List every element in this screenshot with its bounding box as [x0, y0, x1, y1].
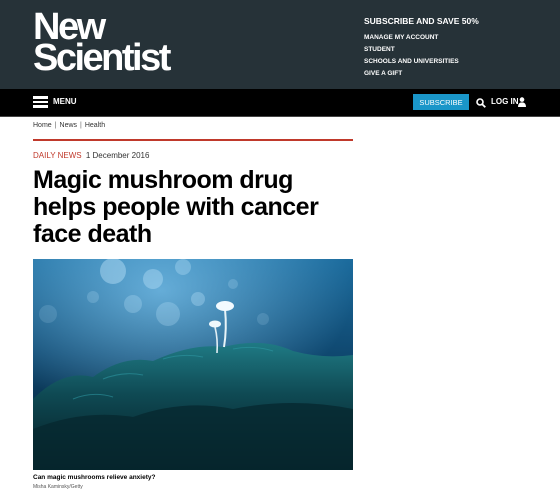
masthead: New Scientist SUBSCRIBE AND SAVE 50% MAN…	[0, 0, 560, 89]
article-headline: Magic mushroom drug helps people with ca…	[33, 166, 319, 248]
search-icon[interactable]	[476, 98, 486, 108]
give-gift-link[interactable]: GIVE A GIFT	[364, 68, 479, 80]
student-link[interactable]: STUDENT	[364, 44, 479, 56]
image-caption: Can magic mushrooms relieve anxiety?	[33, 474, 156, 481]
article-dateline: Daily news 1 December 2016	[33, 151, 149, 160]
schools-link[interactable]: SCHOOLS AND UNIVERSITIES	[364, 56, 479, 68]
breadcrumb-news[interactable]: News	[60, 122, 78, 129]
user-icon[interactable]	[518, 97, 526, 107]
menu-button[interactable]: MENU	[53, 97, 77, 106]
hero-image	[33, 259, 353, 470]
navbar: MENU SUBSCRIBE LOG IN	[0, 89, 560, 117]
new-scientist-logo[interactable]: New Scientist	[33, 8, 171, 79]
breadcrumb-home[interactable]: Home	[33, 122, 52, 129]
logo-line-2: Scientist	[33, 37, 171, 79]
subscribe-and-save-link[interactable]: SUBSCRIBE AND SAVE 50%	[364, 16, 479, 26]
hamburger-icon[interactable]	[33, 96, 48, 108]
mushroom-photo	[33, 259, 353, 470]
section-divider	[33, 139, 353, 141]
manage-account-link[interactable]: MANAGE MY ACCOUNT	[364, 32, 479, 44]
breadcrumb: Home | News | Health	[33, 122, 106, 129]
publish-date: 1 December 2016	[85, 151, 150, 160]
breadcrumb-health[interactable]: Health	[85, 122, 105, 129]
login-link[interactable]: LOG IN	[491, 97, 519, 106]
image-credit: Misha Kaminsky/Getty	[33, 484, 83, 490]
subscribe-button[interactable]: SUBSCRIBE	[413, 94, 469, 110]
account-links: SUBSCRIBE AND SAVE 50% MANAGE MY ACCOUNT…	[364, 16, 479, 80]
section-label[interactable]: Daily news	[33, 151, 82, 160]
